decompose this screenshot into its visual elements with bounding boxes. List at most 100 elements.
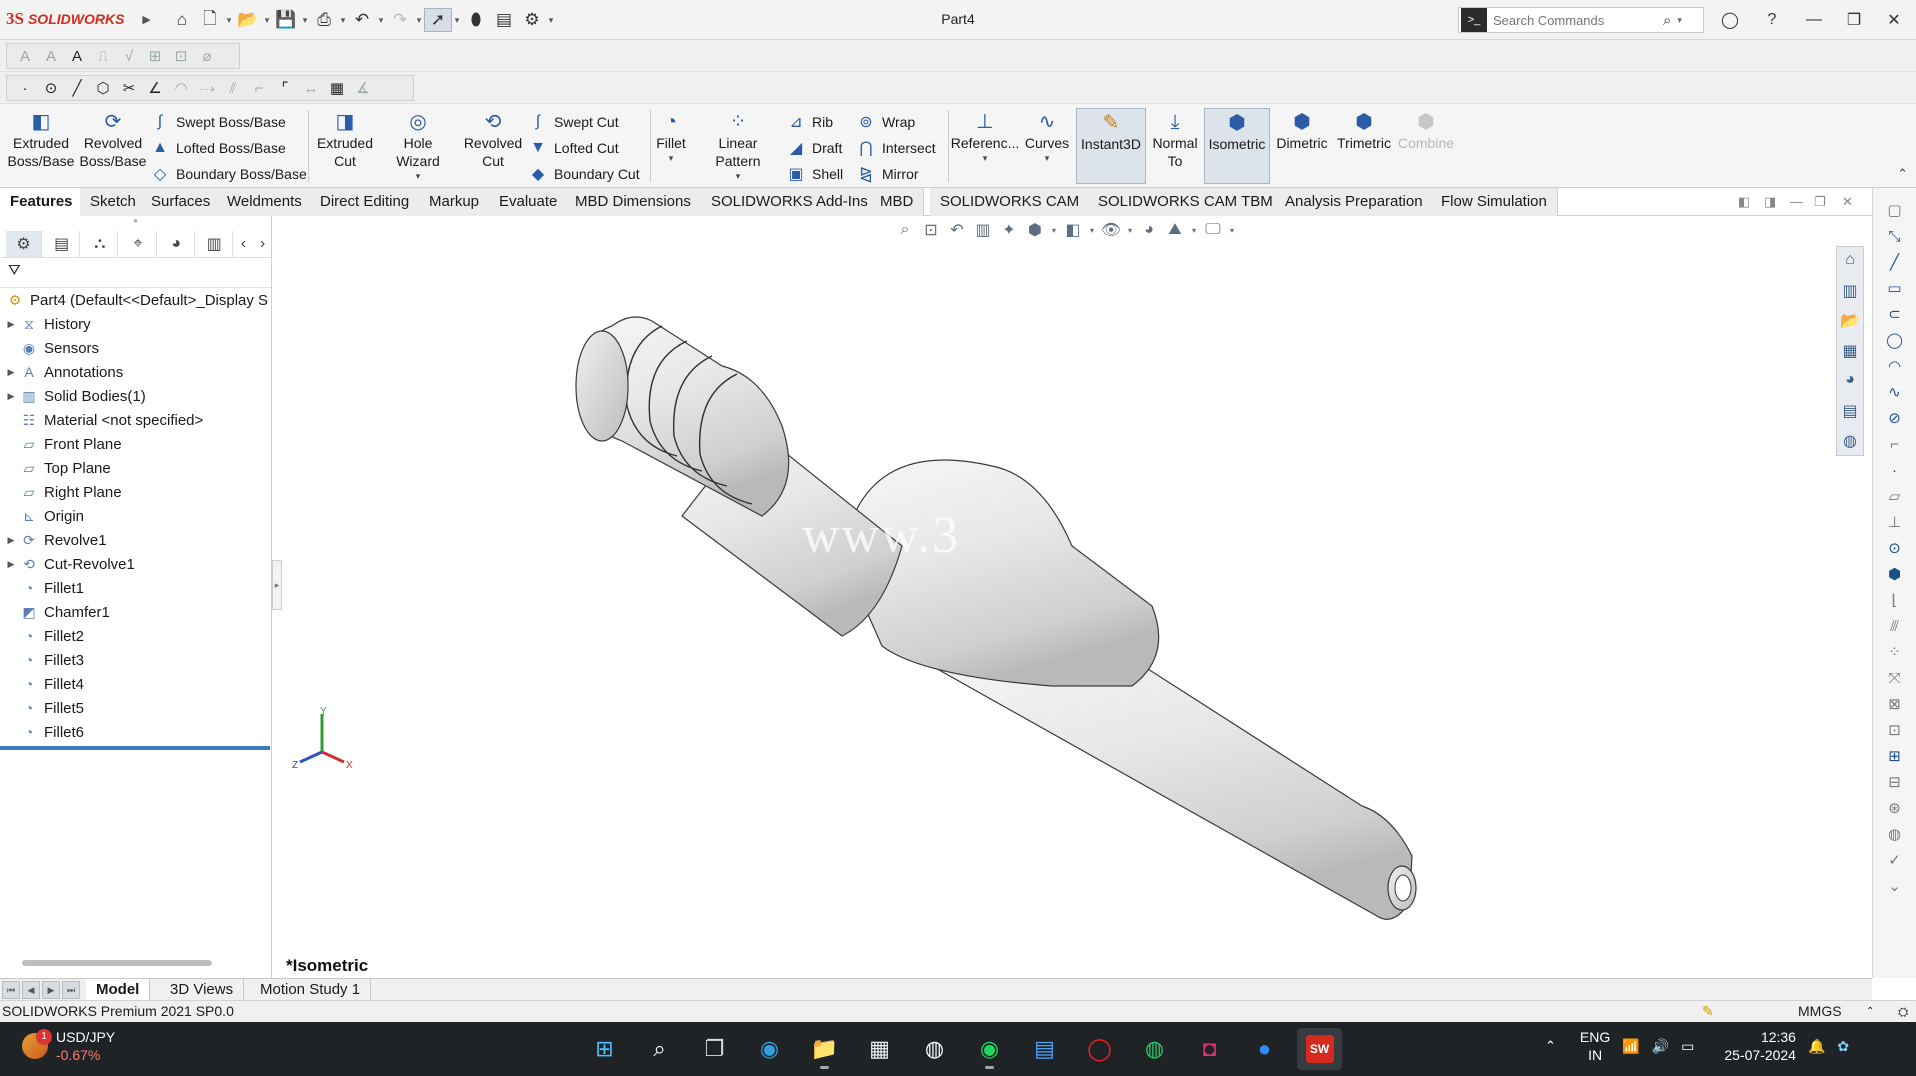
mirror-button[interactable]: ⧎ Mirror [856,162,936,186]
datum-icon[interactable]: ⊞ [144,45,166,67]
rib-button[interactable]: ⊿ Rib [786,110,843,134]
intersect-button[interactable]: ⋂ Intersect [856,136,935,160]
forum-icon[interactable]: ◍ [1843,431,1857,455]
spline-tool-icon[interactable]: ∿ [1888,380,1901,406]
repair-sketch-icon[interactable]: ⊡ [1888,718,1901,744]
tree-item[interactable]: ◔ Fillet2 [0,624,271,648]
tab-3d-views[interactable]: 3D Views [160,979,245,1001]
tab-solidworks-addins[interactable]: SOLIDWORKS Add-Ins [701,188,879,216]
instagram-icon[interactable]: ◘ [1187,1028,1232,1070]
tab-model[interactable]: Model [86,979,151,1001]
notifications-bell-icon[interactable]: 🔔 [1808,1038,1825,1055]
battery-icon[interactable]: ▭ [1681,1038,1694,1055]
expand-arrow-icon[interactable]: ▶ [4,367,18,378]
custom-properties-icon[interactable]: ▤ [1842,401,1857,425]
search-icon[interactable]: ⌕ [1663,12,1671,29]
unit-system-dropdown-icon[interactable]: ⌃ [1866,1001,1874,1022]
clock[interactable]: 12:36 25-07-2024 [1724,1028,1796,1064]
whatsapp-icon[interactable]: ◍ [912,1028,957,1070]
zoom-icon[interactable]: ● [1242,1028,1287,1070]
tile-right-icon[interactable]: ◨ [1764,194,1776,210]
next-tab-icon[interactable]: ▶ [42,981,60,999]
line-tool-icon[interactable]: ╱ [1890,250,1899,276]
new-document-icon[interactable]: 🗋 [196,8,224,32]
rectangle-tool-icon[interactable]: ▭ [1887,276,1901,302]
rebuild-icon[interactable]: ⬮ [462,8,490,32]
open-folder-icon[interactable]: 📂 [234,8,262,32]
smart-dimension-tool-icon[interactable]: ⤡ [1888,224,1900,250]
menu-expand-icon[interactable]: ▶ [142,13,150,26]
tree-item[interactable]: ▶ ▥ Solid Bodies(1) [0,384,271,408]
display-relations-icon[interactable]: ⊠ [1888,692,1901,718]
status-settings-icon[interactable]: ⛭ [1898,1001,1908,1022]
graphics-area[interactable]: ⌕ ⊡ ↶ ▥ ✦ ⬢ ▾ ◧ ▾ 👁 ▾ ◕ ⛰ ▾ 🖵 ▾ www.3 Y … [282,216,1872,978]
task-view-icon[interactable]: ❐ [692,1028,737,1070]
property-manager-tab-icon[interactable]: ▤ [44,230,81,257]
solidworks-taskbar-icon[interactable]: SW [1297,1028,1342,1070]
tree-item[interactable]: ▶ ⧖ History [0,312,271,336]
opera-icon[interactable]: ◯ [1077,1028,1122,1070]
tree-item[interactable]: ▶ ⟲ Cut-Revolve1 [0,552,271,576]
whatsapp-desktop-icon[interactable]: ◍ [1132,1028,1177,1070]
expand-arrow-icon[interactable]: ▶ [4,319,18,330]
language-indicator[interactable]: ENG IN [1580,1028,1610,1064]
tab-solidworks-cam[interactable]: SOLIDWORKS CAM [930,188,1091,216]
save-dropdown-icon[interactable]: ▾ [300,15,310,26]
copilot-icon[interactable]: ✿ [1837,1038,1849,1055]
solidworks-resources-icon[interactable]: ⌂ [1845,251,1855,275]
horizontal-dimension-icon[interactable]: ↔ [300,77,322,99]
instant2d-icon[interactable]: ⊛ [1888,796,1901,822]
restore-icon[interactable]: ❐ [1836,8,1872,32]
instant3d-button[interactable]: ✎ Instant3D [1076,108,1146,184]
fillet-button[interactable]: ◔ Fillet ▾ [654,108,688,166]
view-palette-icon[interactable]: ▦ [1842,341,1857,365]
wrap-button[interactable]: ⊚ Wrap [856,110,936,134]
hole-callout-icon[interactable]: ⌀ [196,45,218,67]
collapse-ribbon-icon[interactable]: ⌃ [1897,166,1908,182]
curves-dropdown-icon[interactable]: ▾ [1045,152,1050,164]
undo-icon[interactable]: ↶ [348,8,376,32]
convert-entities-icon[interactable]: ⌐ [248,77,270,99]
offset-icon[interactable]: ⫽ [222,77,244,99]
search-commands[interactable]: >_ ⌕ ▾ [1458,7,1704,33]
new-dropdown-icon[interactable]: ▾ [224,15,234,26]
redo-dropdown-icon[interactable]: ▾ [414,15,424,26]
tab-solidworks-cam-tbm[interactable]: SOLIDWORKS CAM TBM [1088,188,1284,216]
linear-pattern-button[interactable]: ⁘ Linear Pattern ▾ [692,108,784,184]
select-dropdown-icon[interactable]: ▾ [452,15,462,26]
microsoft-store-icon[interactable]: ▦ [857,1028,902,1070]
expand-arrow-icon[interactable]: ▶ [4,559,18,570]
tab-flow-simulation[interactable]: Flow Simulation [1431,188,1558,216]
tab-markup[interactable]: Markup [419,188,491,216]
save-icon[interactable]: 💾 [272,8,300,32]
print-icon[interactable]: ⎙ [310,8,338,32]
extruded-boss-button[interactable]: ◧ Extruded Boss/Base [6,108,76,172]
notepad-icon[interactable]: ▤ [1022,1028,1067,1070]
sketch-fillet-icon[interactable]: ⌜ [274,77,296,99]
expand-arrow-icon[interactable]: ▶ [4,391,18,402]
shell-button[interactable]: ▣ Shell [786,162,843,186]
revolved-cut-button[interactable]: ⟲ Revolved Cut [460,108,526,172]
tree-item[interactable]: ◔ Fillet3 [0,648,271,672]
redo-icon[interactable]: ↷ [386,8,414,32]
surface-finish-icon[interactable]: √ [118,45,140,67]
design-library-icon[interactable]: ▥ [1842,281,1857,305]
boundary-cut-button[interactable]: ◆ Boundary Cut [528,162,640,186]
convert-tool-icon[interactable]: ⌊ [1892,588,1898,614]
point-tool-icon[interactable]: · [1892,458,1897,484]
show-hidden-icons-icon[interactable]: ⌃ [1545,1038,1556,1054]
linear-sketch-pattern-icon[interactable]: ⁘ [1888,640,1901,666]
windows-start-icon[interactable]: ⊞ [582,1028,627,1070]
filter-icon[interactable]: ⛛ [0,258,271,288]
options-gear-icon[interactable]: ⚙ [518,8,546,32]
panel-splitter[interactable]: ▸ [272,560,282,610]
linear-pattern-dropdown-icon[interactable]: ▾ [736,170,741,182]
3d-sketch-icon[interactable]: ⬢ [1888,562,1901,588]
tab-mbd[interactable]: MBD [870,188,925,216]
slot-tool-icon[interactable]: ⊂ [1888,302,1901,328]
file-properties-icon[interactable]: ▤ [490,8,518,32]
extruded-cut-button[interactable]: ◨ Extruded Cut [312,108,378,172]
note-icon[interactable]: A [14,45,36,67]
tab-sketch[interactable]: Sketch [80,188,147,216]
angle-icon[interactable]: ∡ [352,77,374,99]
